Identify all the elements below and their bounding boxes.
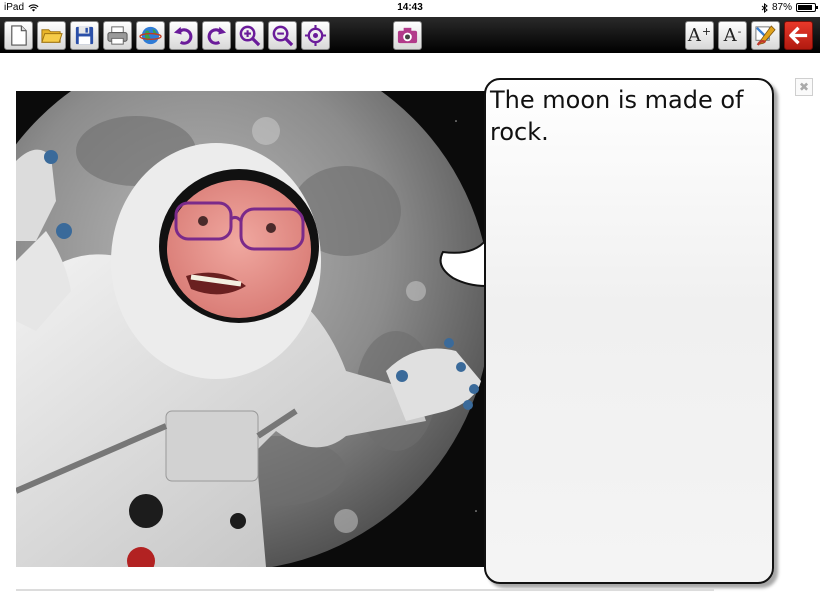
printer-icon [107, 26, 128, 45]
page-divider [16, 589, 714, 591]
magnifier-plus-icon [239, 25, 261, 47]
center-view-button[interactable] [301, 21, 330, 50]
battery-percent: 87% [771, 2, 792, 13]
status-right: 87% [761, 2, 818, 13]
font-decrease-label: A [723, 25, 737, 46]
status-time: 14:43 [397, 2, 423, 13]
style-tools-button[interactable] [751, 21, 780, 50]
magnifier-minus-icon [272, 25, 294, 47]
floppy-disk-icon [75, 26, 94, 45]
save-button[interactable] [70, 21, 99, 50]
font-increase-label: A [687, 25, 701, 46]
battery-fill [798, 5, 812, 10]
camera-icon [397, 27, 418, 44]
print-button[interactable] [103, 21, 132, 50]
main-toolbar: A + A- [0, 17, 820, 53]
undo-arrow-icon [173, 26, 193, 45]
target-icon [304, 24, 327, 47]
back-arrow-icon [789, 26, 808, 45]
close-button[interactable]: ✖ [795, 78, 813, 96]
astronaut-moon-photo [16, 91, 486, 567]
redo-arrow-icon [207, 26, 227, 45]
speech-bubble-tail [439, 238, 488, 290]
undo-button[interactable] [169, 21, 198, 50]
folder-icon [41, 29, 63, 43]
zoom-out-button[interactable] [268, 21, 297, 50]
speech-bubble-text[interactable]: The moon is made of rock. [490, 84, 764, 148]
bluetooth-icon [761, 2, 768, 13]
redo-button[interactable] [202, 21, 231, 50]
photo-image [16, 91, 486, 567]
open-folder-button[interactable] [37, 21, 66, 50]
camera-button[interactable] [393, 21, 422, 50]
font-increase-button[interactable]: A + [685, 21, 714, 50]
new-page-button[interactable] [4, 21, 33, 50]
font-increase-sup: + [701, 25, 712, 38]
battery-icon [796, 3, 818, 12]
speech-bubble[interactable]: The moon is made of rock. [484, 78, 774, 584]
font-decrease-button[interactable]: A- [718, 21, 747, 50]
paint-tools-icon [755, 25, 776, 46]
font-decrease-sup: - [737, 25, 742, 38]
status-bar: iPad 14:43 87% [0, 0, 820, 17]
zoom-in-button[interactable] [235, 21, 264, 50]
blank-page-icon [11, 25, 27, 46]
globe-icon [139, 26, 162, 45]
exit-button[interactable] [784, 21, 813, 50]
share-button[interactable] [136, 21, 165, 50]
